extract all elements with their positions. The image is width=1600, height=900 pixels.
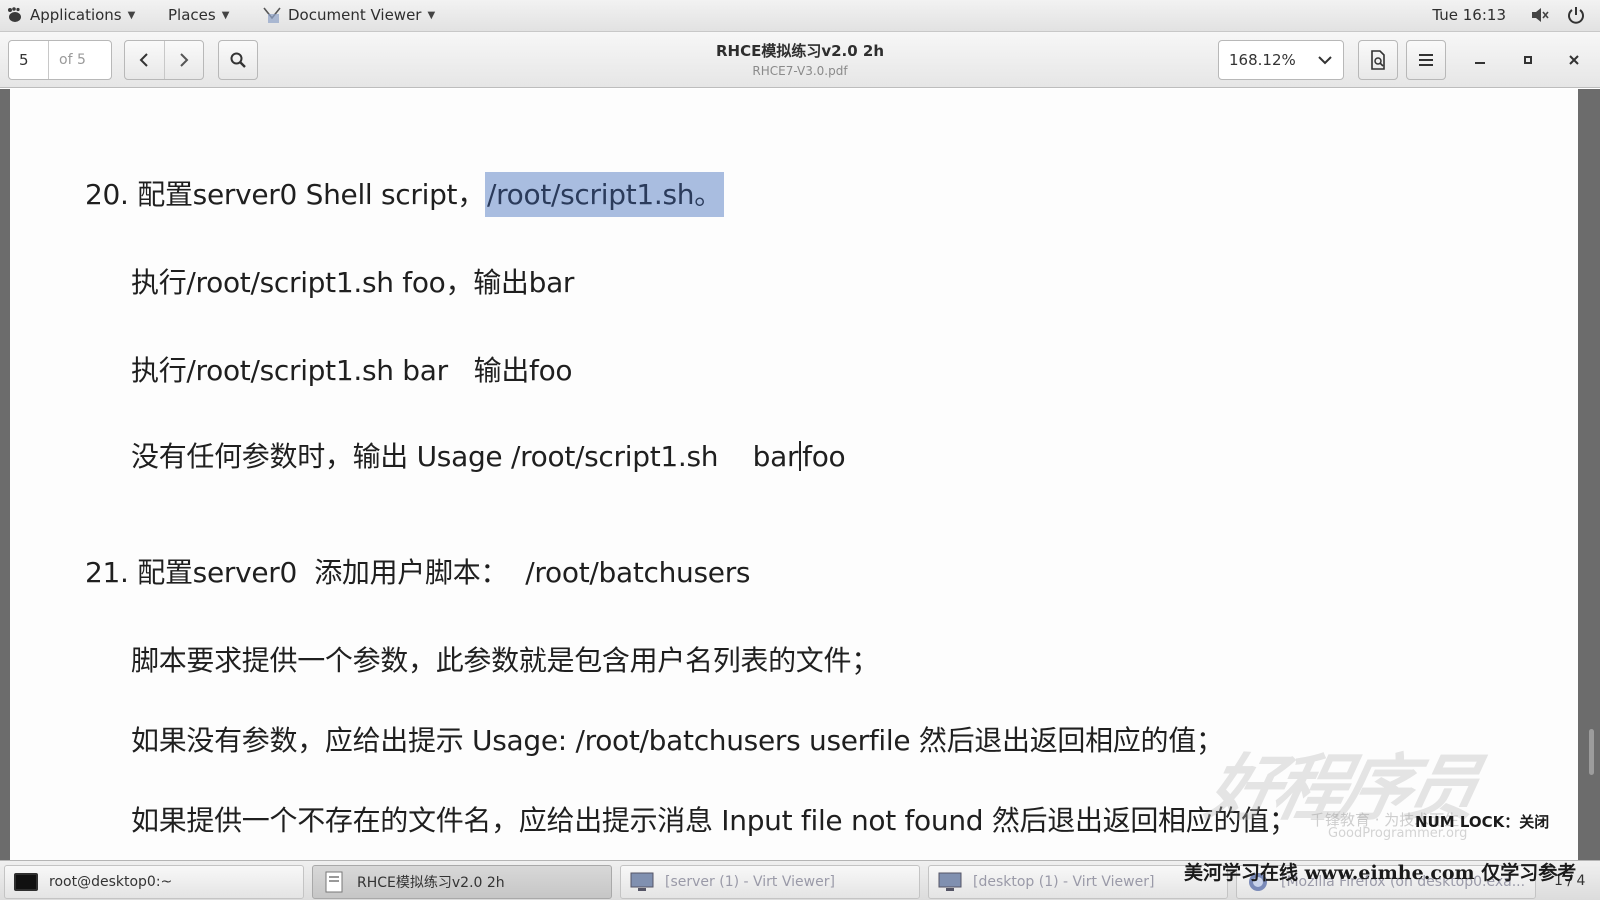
numlock-indicator: NUM LOCK：关闭: [1415, 813, 1550, 831]
page-selector: of 5: [8, 40, 112, 80]
question-20-line-1: 执行/root/script1.sh foo，输出bar: [131, 266, 575, 299]
page-navigation: [124, 40, 204, 80]
document-viewer-icon: [325, 871, 343, 893]
window-title: RHCE模拟练习v2.0 2h RHCE7-V3.0.pdf: [640, 40, 960, 78]
question-21-heading: 21. 配置server0 添加用户脚本： /root/batchusers: [85, 551, 751, 591]
places-menu[interactable]: Places ▼: [168, 6, 229, 24]
taskbar-item-terminal[interactable]: root@desktop0:~: [4, 865, 304, 899]
app-menu[interactable]: Document Viewer ▼: [262, 6, 435, 24]
hamburger-menu-icon: [1419, 54, 1433, 66]
question-number: 21.: [85, 556, 129, 589]
clock[interactable]: Tue 16:13: [1432, 6, 1506, 24]
close-button[interactable]: [1564, 50, 1584, 70]
places-label: Places: [168, 6, 216, 24]
close-icon: [1569, 55, 1579, 65]
applications-menu[interactable]: Applications ▼: [6, 6, 135, 24]
monitor-icon: [630, 872, 654, 891]
maximize-button[interactable]: [1518, 50, 1538, 70]
page-count: of 5: [59, 52, 86, 68]
gnome-foot-icon: [6, 7, 24, 23]
taskbar-item-server-viewer[interactable]: [server (1) - Virt Viewer]: [620, 865, 920, 899]
app-menu-label: Document Viewer: [288, 6, 422, 24]
taskbar-item-document-viewer[interactable]: RHCE模拟练习v2.0 2h: [312, 865, 612, 899]
taskbar-item-desktop-viewer[interactable]: [desktop (1) - Virt Viewer]: [928, 865, 1228, 899]
volume-muted-icon[interactable]: [1530, 6, 1550, 24]
chevron-down-icon: ▼: [127, 9, 136, 21]
question-20-line-2: 执行/root/script1.sh bar 输出foo: [131, 354, 573, 387]
taskbar-item-label: [desktop (1) - Virt Viewer]: [973, 874, 1155, 890]
question-21-line-1: 脚本要求提供一个参数，此参数就是包含用户名列表的文件；: [131, 644, 879, 677]
maximize-icon: [1524, 56, 1532, 64]
question-number: 20.: [85, 178, 129, 211]
previous-page-button[interactable]: [125, 41, 164, 79]
header-bar: of 5 RHCE模拟练习v2.0 2h RHCE7-V3.0.pdf 168.…: [0, 32, 1600, 88]
question-21-line-3: 如果提供一个不存在的文件名，应给出提示消息 Input file not fou…: [131, 804, 1297, 837]
system-tray: Tue 16:13: [1432, 6, 1586, 24]
minimize-button[interactable]: [1470, 50, 1490, 70]
document-viewer-icon: [262, 6, 282, 24]
zoom-value: 168.12%: [1229, 51, 1296, 69]
search-icon: [230, 52, 246, 68]
chevron-left-icon: [140, 53, 149, 67]
question-text: 配置server0 Shell script，: [137, 178, 485, 211]
question-20-line-3: 没有任何参数时，输出 Usage /root/script1.sh bar foo: [131, 435, 846, 475]
question-21-line-2: 如果没有参数，应给出提示 Usage: /root/batchusers use…: [131, 724, 1224, 757]
search-button[interactable]: [218, 40, 258, 80]
chevron-down-icon: [1318, 56, 1332, 65]
vertical-scrollbar[interactable]: [1589, 729, 1594, 775]
applications-label: Applications: [30, 6, 122, 24]
page-fit-button[interactable]: [1358, 40, 1398, 80]
taskbar-item-label: root@desktop0:~: [49, 874, 173, 890]
minimize-icon: [1475, 62, 1485, 64]
next-page-button[interactable]: [163, 41, 203, 79]
document-filename: RHCE7-V3.0.pdf: [752, 64, 848, 78]
document-view[interactable]: 20. 配置server0 Shell script，/root/script1…: [0, 89, 1600, 860]
chevron-down-icon: ▼: [427, 9, 436, 21]
usage-text-end: foo: [802, 440, 846, 473]
main-menu-button[interactable]: [1406, 40, 1446, 80]
question-20-heading: 20. 配置server0 Shell script，/root/script1…: [85, 172, 724, 217]
bottom-watermark: 美河学习在线 www.eimhe.com 仅学习参考: [1184, 862, 1577, 884]
taskbar-item-label: [server (1) - Virt Viewer]: [665, 874, 835, 890]
selected-text[interactable]: /root/script1.sh。: [484, 172, 724, 217]
terminal-icon: [14, 873, 38, 891]
page-number-input[interactable]: [9, 41, 49, 79]
power-icon[interactable]: [1566, 6, 1586, 24]
zoom-selector[interactable]: 168.12%: [1218, 40, 1344, 80]
usage-text: 没有任何参数时，输出 Usage /root/script1.sh bar: [131, 440, 799, 473]
chevron-down-icon: ▼: [221, 9, 230, 21]
question-text: 配置server0 添加用户脚本： /root/batchusers: [137, 556, 751, 589]
text-cursor: [799, 441, 802, 471]
taskbar-item-label: RHCE模拟练习v2.0 2h: [357, 875, 505, 891]
pdf-page[interactable]: 20. 配置server0 Shell script，/root/script1…: [10, 89, 1578, 860]
top-panel: Applications ▼ Places ▼ Document Viewer …: [0, 0, 1600, 32]
monitor-icon: [938, 872, 962, 891]
document-title: RHCE模拟练习v2.0 2h: [715, 42, 885, 60]
chevron-right-icon: [180, 53, 189, 67]
page-fit-icon: [1371, 50, 1385, 70]
